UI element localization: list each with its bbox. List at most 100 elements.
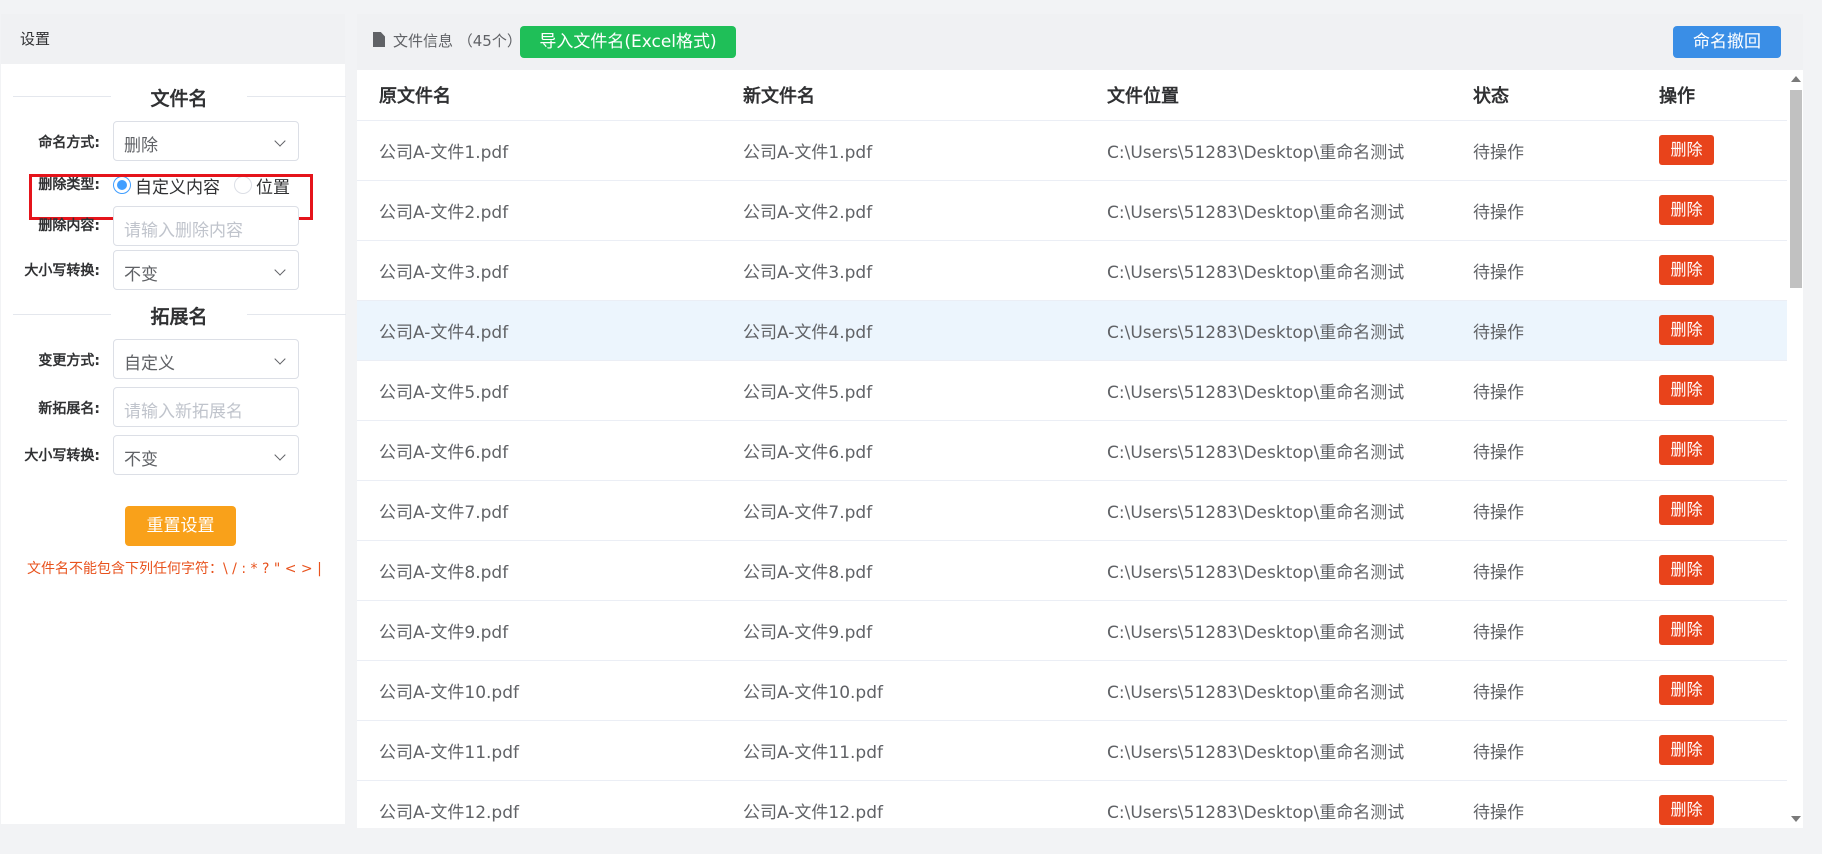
table-row[interactable]: 公司A-文件8.pdf 公司A-文件8.pdf C:\Users\51283\Des… — [357, 540, 1787, 601]
action-cell: 删除 — [1637, 720, 1787, 781]
ext-case-label: 大小写转换: — [24, 448, 100, 464]
file-location-cell: C:\Users\51283\Desktop\重命名测试 — [1085, 480, 1451, 541]
scroll-up-arrow-icon[interactable] — [1791, 76, 1801, 82]
status-cell: 待操作 — [1451, 480, 1637, 541]
new-ext-input[interactable]: 请输入新拓展名 — [113, 387, 299, 427]
status-cell: 待操作 — [1451, 180, 1637, 241]
chevron-down-icon — [274, 353, 286, 365]
ext-case-value: 不变 — [124, 450, 158, 470]
action-cell: 删除 — [1637, 420, 1787, 481]
file-icon — [373, 32, 385, 47]
case-label: 大小写转换: — [24, 263, 100, 279]
case-value: 不变 — [124, 265, 158, 285]
table-row[interactable]: 公司A-文件2.pdf 公司A-文件2.pdf C:\Users\51283\Des… — [357, 180, 1787, 241]
table-row[interactable]: 公司A-文件6.pdf 公司A-文件6.pdf C:\Users\51283\Des… — [357, 420, 1787, 481]
naming-mode-select[interactable]: 删除 — [113, 121, 299, 161]
file-list-header: 文件信息 （45个） 导入文件名(Excel格式) 命名撤回 — [357, 14, 1803, 70]
file-list-panel: 文件信息 （45个） 导入文件名(Excel格式) 命名撤回 原文件名 新文件名… — [357, 14, 1803, 828]
table-row[interactable]: 公司A-文件11.pdf 公司A-文件11.pdf C:\Users\51283\D… — [357, 720, 1787, 781]
column-header-status[interactable]: 状态 — [1451, 70, 1637, 121]
original-name-cell: 公司A-文件8.pdf — [357, 540, 721, 601]
table-row[interactable]: 公司A-文件7.pdf 公司A-文件7.pdf C:\Users\51283\Des… — [357, 480, 1787, 541]
column-header-original-name[interactable]: 原文件名 — [357, 70, 721, 121]
status-cell: 待操作 — [1451, 300, 1637, 361]
column-header-location[interactable]: 文件位置 — [1085, 70, 1451, 121]
original-name-cell: 公司A-文件1.pdf — [357, 120, 721, 181]
status-cell: 待操作 — [1451, 360, 1637, 421]
file-count-info: 文件信息 （45个） — [393, 32, 522, 50]
new-name-cell: 公司A-文件11.pdf — [721, 720, 1085, 781]
delete-row-button[interactable]: 删除 — [1659, 555, 1714, 585]
action-cell: 删除 — [1637, 360, 1787, 421]
vertical-scrollbar[interactable] — [1787, 70, 1803, 828]
new-name-cell: 公司A-文件7.pdf — [721, 480, 1085, 541]
file-location-cell: C:\Users\51283\Desktop\重命名测试 — [1085, 180, 1451, 241]
file-location-cell: C:\Users\51283\Desktop\重命名测试 — [1085, 360, 1451, 421]
column-header-action: 操作 — [1637, 70, 1787, 121]
table-row[interactable]: 公司A-文件9.pdf 公司A-文件9.pdf C:\Users\51283\Des… — [357, 600, 1787, 661]
new-name-cell: 公司A-文件5.pdf — [721, 360, 1085, 421]
scroll-down-arrow-icon[interactable] — [1791, 816, 1801, 822]
delete-row-button[interactable]: 删除 — [1659, 495, 1714, 525]
file-location-cell: C:\Users\51283\Desktop\重命名测试 — [1085, 240, 1451, 301]
new-name-cell: 公司A-文件3.pdf — [721, 240, 1085, 301]
delete-row-button[interactable]: 删除 — [1659, 135, 1714, 165]
table-row[interactable]: 公司A-文件3.pdf 公司A-文件3.pdf C:\Users\51283\Des… — [357, 240, 1787, 301]
delete-row-button[interactable]: 删除 — [1659, 615, 1714, 645]
action-cell: 删除 — [1637, 600, 1787, 661]
table-row[interactable]: 公司A-文件1.pdf 公司A-文件1.pdf C:\Users\51283\Des… — [357, 120, 1787, 181]
file-location-cell: C:\Users\51283\Desktop\重命名测试 — [1085, 420, 1451, 481]
change-mode-select[interactable]: 自定义 — [113, 339, 299, 379]
delete-row-button[interactable]: 删除 — [1659, 375, 1714, 405]
filename-warning: 文件名不能包含下列任何字符：\ / : * ? " < > | — [27, 561, 322, 577]
file-table: 原文件名 新文件名 文件位置 状态 操作 公司A-文件1.pdf 公司A-文件1.… — [357, 70, 1787, 828]
undo-rename-button[interactable]: 命名撤回 — [1673, 26, 1781, 58]
new-name-cell: 公司A-文件9.pdf — [721, 600, 1085, 661]
status-cell: 待操作 — [1451, 720, 1637, 781]
delete-content-input[interactable]: 请输入删除内容 — [113, 206, 299, 246]
delete-row-button[interactable]: 删除 — [1659, 675, 1714, 705]
file-location-cell: C:\Users\51283\Desktop\重命名测试 — [1085, 120, 1451, 181]
settings-panel: 设置 文件名 命名方式: 删除 删除类型: 自定义内容 位置 删除内容: 请输入… — [1, 14, 346, 824]
original-name-cell: 公司A-文件4.pdf — [357, 300, 721, 361]
chevron-down-icon — [274, 449, 286, 461]
scroll-thumb[interactable] — [1790, 90, 1802, 288]
original-name-cell: 公司A-文件9.pdf — [357, 600, 721, 661]
new-name-cell: 公司A-文件8.pdf — [721, 540, 1085, 601]
new-ext-placeholder: 请输入新拓展名 — [124, 402, 243, 422]
delete-row-button[interactable]: 删除 — [1659, 195, 1714, 225]
change-mode-value: 自定义 — [124, 354, 175, 374]
table-row[interactable]: 公司A-文件5.pdf 公司A-文件5.pdf C:\Users\51283\Des… — [357, 360, 1787, 421]
table-row[interactable]: 公司A-文件4.pdf 公司A-文件4.pdf C:\Users\51283\Des… — [357, 300, 1787, 361]
table-body: 公司A-文件1.pdf 公司A-文件1.pdf C:\Users\51283\Des… — [357, 120, 1787, 828]
original-name-cell: 公司A-文件6.pdf — [357, 420, 721, 481]
original-name-cell: 公司A-文件7.pdf — [357, 480, 721, 541]
action-cell: 删除 — [1637, 540, 1787, 601]
delete-row-button[interactable]: 删除 — [1659, 435, 1714, 465]
naming-mode-value: 删除 — [124, 136, 158, 156]
new-name-cell: 公司A-文件1.pdf — [721, 120, 1085, 181]
status-cell: 待操作 — [1451, 780, 1637, 828]
settings-header: 设置 — [1, 14, 345, 64]
reset-settings-button[interactable]: 重置设置 — [125, 506, 236, 546]
delete-row-button[interactable]: 删除 — [1659, 735, 1714, 765]
extension-section-title: 拓展名 — [111, 302, 247, 329]
original-name-cell: 公司A-文件12.pdf — [357, 780, 721, 828]
status-cell: 待操作 — [1451, 120, 1637, 181]
case-select[interactable]: 不变 — [113, 250, 299, 290]
column-header-new-name[interactable]: 新文件名 — [721, 70, 1085, 121]
file-location-cell: C:\Users\51283\Desktop\重命名测试 — [1085, 300, 1451, 361]
action-cell: 删除 — [1637, 300, 1787, 361]
original-name-cell: 公司A-文件10.pdf — [357, 660, 721, 721]
table-row[interactable]: 公司A-文件12.pdf 公司A-文件12.pdf C:\Users\51283\D… — [357, 780, 1787, 828]
import-excel-button[interactable]: 导入文件名(Excel格式) — [520, 26, 736, 58]
delete-row-button[interactable]: 删除 — [1659, 315, 1714, 345]
action-cell: 删除 — [1637, 660, 1787, 721]
action-cell: 删除 — [1637, 480, 1787, 541]
ext-case-select[interactable]: 不变 — [113, 435, 299, 475]
table-row[interactable]: 公司A-文件10.pdf 公司A-文件10.pdf C:\Users\51283\D… — [357, 660, 1787, 721]
delete-row-button[interactable]: 删除 — [1659, 255, 1714, 285]
delete-row-button[interactable]: 删除 — [1659, 795, 1714, 825]
action-cell: 删除 — [1637, 780, 1787, 828]
status-cell: 待操作 — [1451, 600, 1637, 661]
